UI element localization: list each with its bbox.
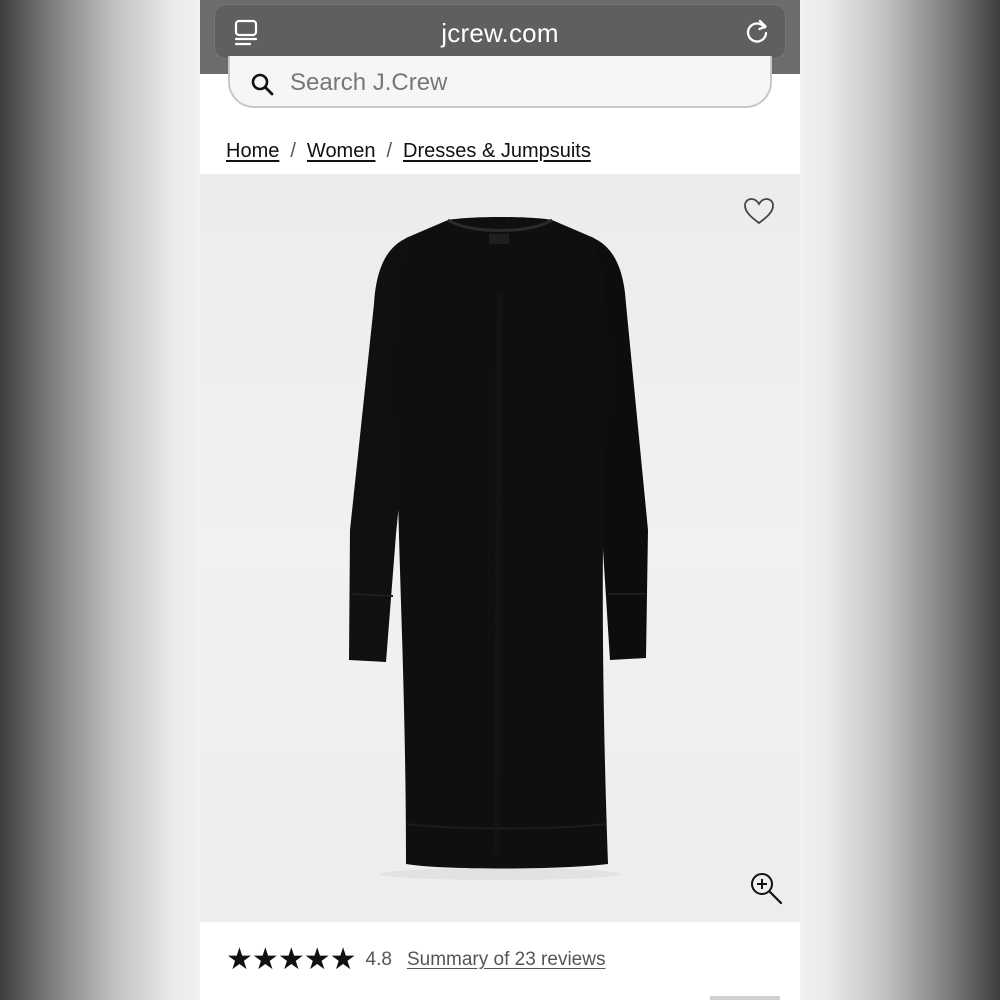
address-bar[interactable]: jcrew.com xyxy=(214,4,786,59)
product-image[interactable] xyxy=(200,174,800,922)
partial-element xyxy=(710,996,780,1000)
breadcrumb-home[interactable]: Home xyxy=(226,140,279,163)
dress-photo xyxy=(349,217,648,880)
star-rating: ★ ★ ★ ★ ★ xyxy=(226,943,357,976)
product-rating: ★ ★ ★ ★ ★ 4.8 Summary of 23 reviews xyxy=(226,944,605,976)
star-icon: ★ xyxy=(251,943,279,976)
star-icon: ★ xyxy=(303,943,331,976)
reload-icon[interactable] xyxy=(742,17,772,47)
star-icon: ★ xyxy=(329,943,357,976)
star-icon: ★ xyxy=(277,943,305,976)
reviews-summary-link[interactable]: Summary of 23 reviews xyxy=(407,949,606,971)
rating-value: 4.8 xyxy=(365,949,392,970)
breadcrumb-dresses-jumpsuits[interactable]: Dresses & Jumpsuits xyxy=(403,140,591,163)
star-icon: ★ xyxy=(226,943,253,976)
breadcrumb-women[interactable]: Women xyxy=(307,140,376,163)
breadcrumb-separator: / xyxy=(290,140,296,162)
background-left xyxy=(0,0,200,1000)
url-text[interactable]: jcrew.com xyxy=(214,18,786,49)
zoom-in-icon[interactable] xyxy=(748,870,784,906)
breadcrumb: Home / Women / Dresses & Jumpsuits xyxy=(226,140,591,163)
heart-icon[interactable] xyxy=(742,196,776,226)
search-input[interactable]: Search J.Crew xyxy=(228,56,772,108)
phone-screen: jcrew.com Search J.Crew Home / Women / D… xyxy=(200,0,800,1000)
background-right xyxy=(800,0,1000,1000)
breadcrumb-separator: / xyxy=(386,140,393,162)
search-placeholder: Search J.Crew xyxy=(290,69,448,96)
search-icon xyxy=(251,73,274,96)
